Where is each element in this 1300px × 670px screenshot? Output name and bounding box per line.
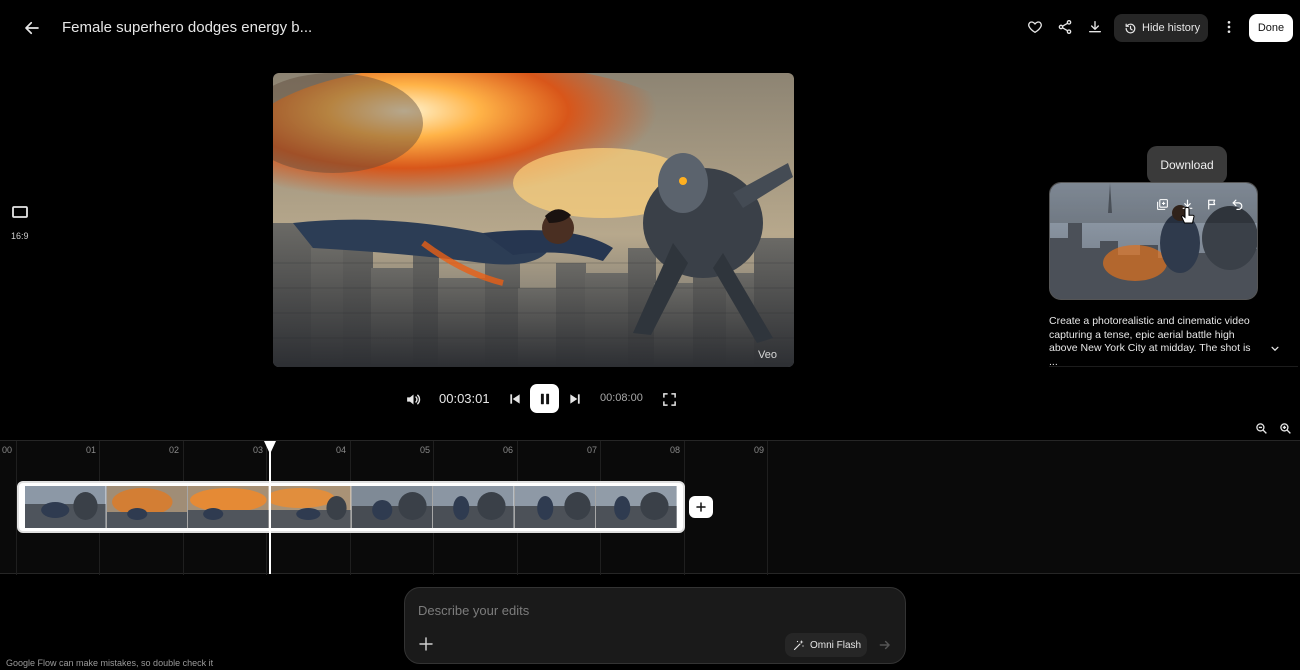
- history-icon: [1125, 23, 1136, 33]
- model-label: Omni Flash: [810, 639, 862, 651]
- share-icon: [1058, 20, 1072, 34]
- clip-frame-thumbnail: [596, 486, 677, 528]
- video-frame-image: Veo: [273, 73, 794, 367]
- send-button[interactable]: [872, 632, 898, 658]
- clip-frame-thumbnail: [188, 486, 270, 528]
- page-title: Female superhero dodges energy b...: [62, 19, 313, 36]
- flag-icon: [1207, 199, 1215, 209]
- add-media-button[interactable]: [416, 634, 436, 654]
- hand-cursor-icon: [1181, 207, 1195, 224]
- magic-wand-icon: [793, 640, 804, 651]
- undo-icon: [1232, 199, 1242, 210]
- skip-next-button[interactable]: [565, 389, 585, 409]
- clip-frame-thumbnail: [106, 486, 189, 528]
- share-button[interactable]: [1054, 16, 1076, 38]
- video-player[interactable]: Veo: [273, 73, 794, 367]
- hide-history-button[interactable]: Hide history: [1114, 14, 1208, 42]
- ruler-tick-label: 08: [670, 445, 681, 455]
- mouse-cursor: [1181, 207, 1195, 225]
- disclaimer-text: Google Flow can make mistakes, so double…: [6, 658, 214, 668]
- clip-frame-thumbnail: [269, 486, 352, 528]
- video-clip[interactable]: [17, 481, 685, 533]
- zoom-in-button[interactable]: [1277, 420, 1293, 436]
- fullscreen-button[interactable]: [659, 389, 679, 409]
- current-time: 00:03:01: [439, 391, 490, 406]
- playhead-line[interactable]: [269, 442, 271, 574]
- plus-icon: [696, 502, 706, 512]
- ruler-tick-label: 09: [754, 445, 765, 455]
- volume-icon: [406, 394, 420, 404]
- zoom-out-icon: [1255, 422, 1267, 434]
- model-selector-button[interactable]: Omni Flash: [785, 633, 867, 657]
- ruler-tick-label: 05: [420, 445, 431, 455]
- ruler-tick-label: 04: [336, 445, 347, 455]
- add-to-scene-button[interactable]: [1153, 195, 1171, 213]
- ruler-tick-label: 07: [587, 445, 598, 455]
- ruler-tick-label: 00: [2, 445, 13, 455]
- plus-icon: [419, 637, 433, 651]
- ruler-tick-label: 01: [86, 445, 97, 455]
- arrow-left-icon: [25, 21, 39, 35]
- edit-prompt-input[interactable]: [418, 601, 888, 619]
- download-tooltip: Download: [1147, 146, 1227, 184]
- ruler-tick-label: 06: [503, 445, 514, 455]
- clip-frame-thumbnail: [514, 486, 597, 528]
- pause-icon: [540, 393, 549, 404]
- report-button[interactable]: [1203, 195, 1221, 213]
- add-clip-button[interactable]: [689, 496, 713, 518]
- playhead-handle[interactable]: [264, 441, 276, 454]
- ruler-tick-label: 03: [253, 445, 264, 455]
- fullscreen-icon: [662, 392, 676, 406]
- clip-frame-thumbnail: [433, 486, 515, 528]
- clip-frame-thumbnail: [351, 486, 434, 528]
- skip-previous-button[interactable]: [505, 389, 525, 409]
- volume-button[interactable]: [403, 389, 423, 409]
- revert-button[interactable]: [1228, 195, 1246, 213]
- skip-next-icon: [570, 394, 580, 404]
- clip-frame-thumbnail: [25, 486, 107, 528]
- ruler-tick-label: 02: [169, 445, 180, 455]
- chevron-down-icon: [1271, 346, 1279, 352]
- history-divider: [1049, 366, 1298, 367]
- veo-watermark: Veo: [758, 349, 777, 361]
- library-add-icon: [1156, 198, 1168, 210]
- more-options-button[interactable]: [1218, 16, 1240, 38]
- expand-prompt-button[interactable]: [1268, 342, 1282, 356]
- aspect-ratio-icon: [12, 206, 28, 218]
- heart-icon: [1028, 21, 1042, 33]
- hide-history-label: Hide history: [1142, 22, 1201, 34]
- arrow-right-icon: [879, 640, 890, 650]
- download-button[interactable]: [1084, 16, 1106, 38]
- skip-previous-icon: [510, 394, 520, 404]
- pause-button[interactable]: [530, 384, 559, 413]
- aspect-ratio-label: 16:9: [11, 231, 29, 241]
- ruler-gridline: [767, 441, 768, 575]
- download-icon: [1089, 21, 1101, 33]
- history-prompt-text: Create a photorealistic and cinematic vi…: [1049, 315, 1251, 368]
- zoom-in-icon: [1279, 422, 1291, 434]
- favorite-button[interactable]: [1024, 16, 1046, 38]
- more-vertical-icon: [1227, 21, 1231, 33]
- back-button[interactable]: [18, 14, 46, 42]
- duration: 00:08:00: [600, 392, 643, 404]
- zoom-out-button[interactable]: [1253, 420, 1269, 436]
- done-button[interactable]: Done: [1249, 14, 1293, 42]
